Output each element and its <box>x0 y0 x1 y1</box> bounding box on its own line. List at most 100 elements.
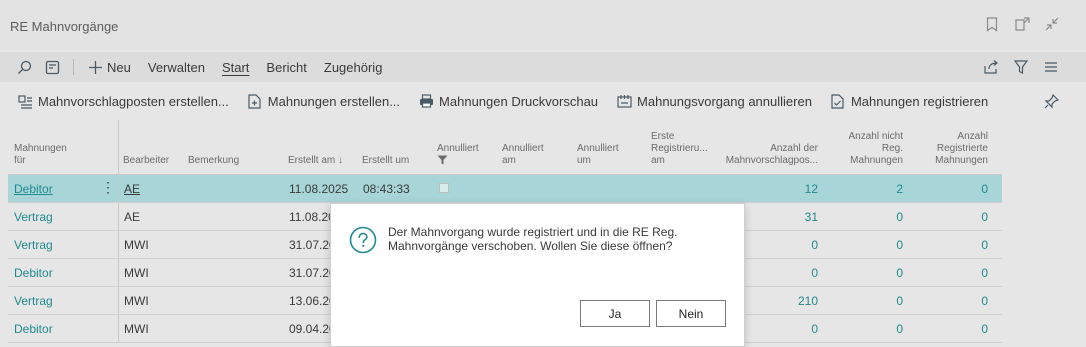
cell-anzahl-nicht-reg[interactable]: 2 <box>828 182 903 196</box>
col-label-line: Registrierte <box>936 143 988 154</box>
divider <box>73 59 74 75</box>
cell-anzahl-reg[interactable]: 0 <box>913 266 988 280</box>
cancel-reminder-process-button[interactable]: Mahnungsvorgang annullieren <box>616 93 812 109</box>
cell-mahnungen-fuer[interactable]: Debitor <box>14 322 53 336</box>
register-reminders-button[interactable]: Mahnungen registrieren <box>830 93 988 109</box>
cell-erstellt-am: 11.08.20 <box>289 210 335 224</box>
col-label-line: Reg. <box>881 143 903 154</box>
confirm-dialog: Der Mahnvorgang wurde registriert und in… <box>330 203 745 347</box>
col-anzahl-mahnvorschlagposten[interactable]: Anzahl der Mahnvorschlagpos... <box>720 143 818 167</box>
column-divider <box>118 315 119 342</box>
print-preview-button[interactable]: Mahnungen Druckvorschau <box>418 93 598 109</box>
col-anzahl-reg[interactable]: Anzahl Registrierte Mahnungen <box>913 131 988 167</box>
col-label-line: am <box>502 155 516 166</box>
cell-bearbeiter: MWI <box>124 294 149 308</box>
register-reminders-label: Mahnungen registrieren <box>850 93 989 109</box>
column-divider <box>118 175 119 202</box>
create-reminders-button[interactable]: Mahnungen erstellen... <box>247 93 400 109</box>
col-mahnungen-fuer[interactable]: Mahnungen für <box>14 143 67 167</box>
menu-manage[interactable]: Verwalten <box>148 60 205 75</box>
col-bearbeiter[interactable]: Bearbeiter <box>123 155 169 167</box>
yes-button[interactable]: Ja <box>580 300 650 327</box>
col-label-line: Mahnungen <box>850 155 903 166</box>
row-menu-icon[interactable]: ⋮ <box>101 179 115 196</box>
cell-mahnungen-fuer[interactable]: Debitor <box>14 182 53 196</box>
cancel-reminder-process-label: Mahnungsvorgang annullieren <box>637 93 812 109</box>
dialog-message-line: Der Mahnvorgang wurde registriert und in… <box>388 225 678 239</box>
cell-bearbeiter[interactable]: AE <box>124 182 140 196</box>
cell-mahnungen-fuer[interactable]: Vertrag <box>14 238 53 252</box>
action-bar: Neu Verwalten Start Bericht Zugehörig <box>0 52 1086 82</box>
cell-anzahl-nicht-reg[interactable]: 0 <box>828 238 903 252</box>
create-reminder-proposal-button[interactable]: Mahnvorschlagposten erstellen... <box>17 93 229 109</box>
cell-anzahl-reg[interactable]: 0 <box>913 294 988 308</box>
col-label-line: Mahnungen <box>14 143 67 154</box>
cell-anzahl-nicht-reg[interactable]: 0 <box>828 322 903 336</box>
col-bemerkung[interactable]: Bemerkung <box>188 155 239 167</box>
register-document-icon <box>830 93 846 109</box>
cell-bearbeiter: MWI <box>124 266 149 280</box>
menu-new[interactable]: Neu <box>107 60 131 75</box>
cancel-process-icon <box>616 93 632 109</box>
cell-erstellt-am: 09.04.20 <box>289 322 336 336</box>
cell-anzahl-nicht-reg[interactable]: 0 <box>828 294 903 308</box>
col-annulliert-um[interactable]: Annulliert um <box>577 143 619 167</box>
col-label-line: Annulliert <box>577 143 619 154</box>
col-anzahl-nicht-reg[interactable]: Anzahl nicht Reg. Mahnungen <box>828 131 903 167</box>
bookmark-icon[interactable] <box>984 16 1000 32</box>
cell-bearbeiter: MWI <box>124 238 149 252</box>
menu-related[interactable]: Zugehörig <box>324 60 383 75</box>
cell-erstellt-am: 13.06.20 <box>289 294 336 308</box>
cell-anzahl-nicht-reg[interactable]: 0 <box>828 210 903 224</box>
col-erste-registrierung[interactable]: Erste Registrieru... am <box>651 131 708 167</box>
cell-anzahl-reg[interactable]: 0 <box>913 238 988 252</box>
cell-mahnungen-fuer[interactable]: Vertrag <box>14 210 53 224</box>
column-filter-icon <box>437 155 479 167</box>
question-icon <box>349 226 377 254</box>
cell-erstellt-am: 31.07.20 <box>289 238 336 252</box>
cell-anzahl-reg[interactable]: 0 <box>913 182 988 196</box>
plus-icon <box>86 58 104 76</box>
cell-erstellt-um: 08:43:33 <box>363 182 410 196</box>
col-annulliert-am[interactable]: Annulliert am <box>502 143 544 167</box>
column-divider <box>118 231 119 258</box>
column-divider <box>118 287 119 314</box>
col-label-line: Anzahl <box>957 131 988 142</box>
promoted-actions: Mahnvorschlagposten erstellen... Mahnung… <box>0 87 1086 115</box>
create-lines-icon <box>17 93 33 109</box>
col-erstellt-um[interactable]: Erstellt um <box>362 155 409 167</box>
col-label-line: Anzahl der <box>770 143 818 154</box>
search-icon[interactable] <box>15 58 33 76</box>
printer-icon <box>418 93 434 109</box>
filter-icon[interactable] <box>1012 58 1030 76</box>
menu-report[interactable]: Bericht <box>266 60 306 75</box>
column-divider <box>118 259 119 286</box>
cell-anzahl-reg[interactable]: 0 <box>913 210 988 224</box>
cell-anzahl-reg[interactable]: 0 <box>913 322 988 336</box>
table-row[interactable]: Debitor ⋮ AE 11.08.2025 08:43:33 12 2 0 <box>8 175 1002 203</box>
no-button[interactable]: Nein <box>656 300 726 327</box>
edit-list-icon[interactable] <box>43 58 61 76</box>
col-annulliert[interactable]: Annulliert <box>437 143 479 167</box>
cell-anzahl-mvp[interactable]: 12 <box>720 182 818 196</box>
col-label-line: Anzahl nicht <box>848 131 903 142</box>
cell-erstellt-am: 11.08.2025 <box>289 182 349 196</box>
col-label-line: Mahnungen <box>935 155 988 166</box>
cell-mahnungen-fuer[interactable]: Debitor <box>14 266 53 280</box>
cell-anzahl-nicht-reg[interactable]: 0 <box>828 266 903 280</box>
share-icon[interactable] <box>982 58 1000 76</box>
column-divider <box>118 120 119 174</box>
column-divider <box>118 203 119 230</box>
col-label-line: Annulliert <box>502 143 544 154</box>
create-reminders-label: Mahnungen erstellen... <box>267 93 401 109</box>
list-view-icon[interactable] <box>1042 58 1060 76</box>
menu-start[interactable]: Start <box>222 60 249 75</box>
open-new-window-icon[interactable] <box>1014 16 1030 32</box>
create-document-icon <box>247 93 263 109</box>
collapse-icon[interactable] <box>1044 16 1060 32</box>
col-erstellt-am[interactable]: Erstellt am ↓ <box>288 155 343 167</box>
pin-icon[interactable] <box>1043 93 1059 109</box>
cell-mahnungen-fuer[interactable]: Vertrag <box>14 294 53 308</box>
grid-header: Mahnungen für Bearbeiter Bemerkung Erste… <box>8 120 1002 175</box>
annulliert-checkbox[interactable] <box>439 183 449 193</box>
